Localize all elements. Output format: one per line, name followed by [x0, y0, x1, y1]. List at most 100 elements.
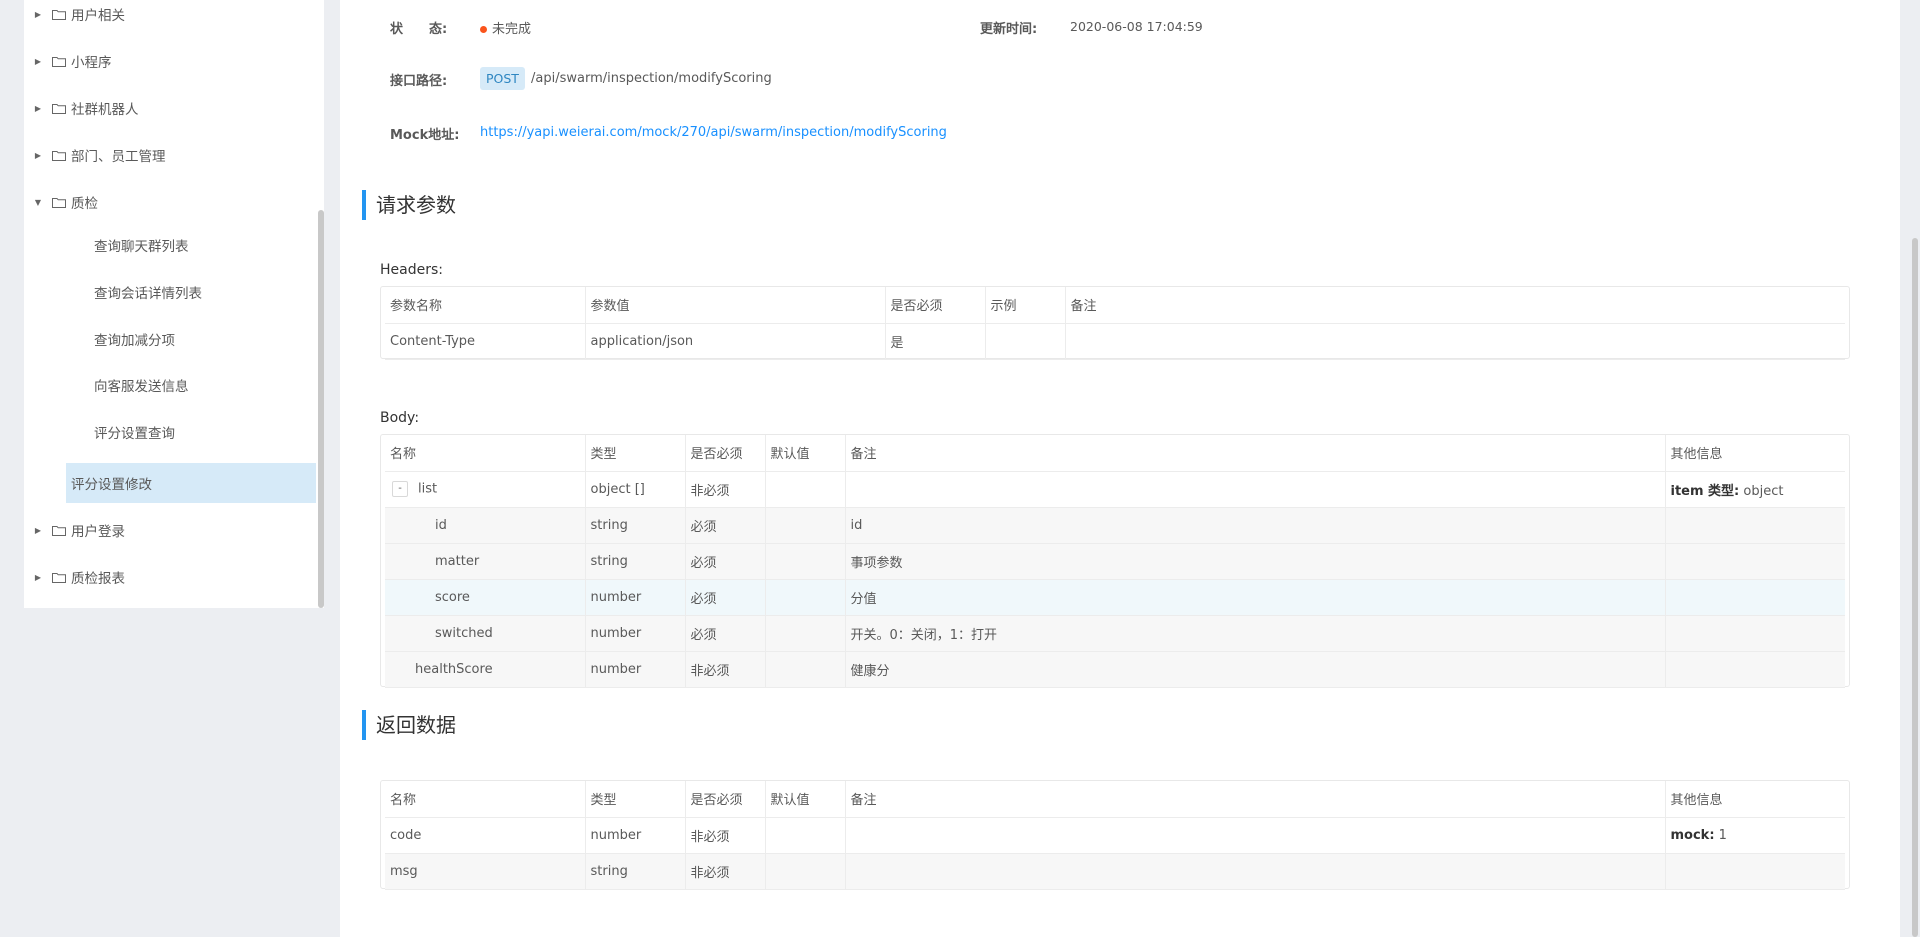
cell-name: code	[385, 817, 586, 854]
response-data-title: 返回数据	[362, 710, 456, 740]
table-row: Content-Type application/json 是	[385, 323, 1845, 360]
cell: 是	[885, 323, 986, 360]
cell-other	[1665, 579, 1845, 616]
col-header: 参数名称	[385, 287, 586, 324]
headers-title: Headers:	[380, 262, 443, 278]
col-header: 备注	[845, 781, 1666, 818]
cell: number	[585, 651, 686, 688]
caret-right-icon[interactable]: ▶	[32, 526, 44, 535]
cell: id	[845, 507, 1666, 544]
status-dot-icon	[480, 26, 487, 33]
col-header: 默认值	[765, 781, 846, 818]
cell: Content-Type	[385, 323, 586, 360]
caret-right-icon[interactable]: ▶	[32, 573, 44, 582]
table-row: switched number 必须 开关。0：关闭，1：打开	[385, 615, 1845, 652]
cell: 必须	[685, 579, 766, 616]
tree-folder-department[interactable]: ▶ 部门、员工管理	[24, 135, 324, 175]
body-title: Body:	[380, 410, 420, 426]
tree-folder-inspection[interactable]: ▼ 质检	[24, 182, 324, 222]
tree-leaf-score-items[interactable]: 查询加减分项	[66, 319, 316, 359]
cell-other	[1665, 651, 1845, 688]
folder-icon	[52, 525, 66, 536]
cell	[1065, 323, 1845, 360]
cell-other: mock: 1	[1665, 817, 1845, 854]
tree-folder-login[interactable]: ▶ 用户登录	[24, 510, 324, 550]
col-header: 备注	[1065, 287, 1845, 324]
response-table: 名称 类型 是否必须 默认值 备注 其他信息 code number 非必须 m…	[385, 781, 1845, 890]
tree-folder-report[interactable]: ▶ 质检报表	[24, 557, 324, 597]
cell: 必须	[685, 543, 766, 580]
col-header: 备注	[845, 435, 1666, 472]
other-key: item 类型:	[1670, 483, 1740, 499]
tree-leaf-session-details[interactable]: 查询会话详情列表	[66, 272, 316, 312]
cell: string	[585, 507, 686, 544]
col-header: 其他信息	[1665, 781, 1845, 818]
http-method-badge: POST	[480, 67, 525, 90]
tree-leaf-label: 评分设置查询	[94, 426, 175, 442]
col-header: 是否必须	[685, 781, 766, 818]
caret-right-icon[interactable]: ▶	[32, 10, 44, 19]
other-key: mock:	[1670, 827, 1715, 843]
cell: 必须	[685, 615, 766, 652]
tree-leaf-send-message[interactable]: 向客服发送信息	[66, 365, 316, 405]
headers-table: 参数名称 参数值 是否必须 示例 备注 Content-Type applica…	[385, 287, 1845, 360]
cell-name: matter	[385, 543, 586, 580]
tree-folder-label: 质检	[71, 196, 98, 212]
body-table-header: 名称 类型 是否必须 默认值 备注 其他信息	[385, 435, 1845, 472]
mock-url-link[interactable]: https://yapi.weierai.com/mock/270/api/sw…	[480, 125, 947, 140]
cell: 健康分	[845, 651, 1666, 688]
tree-leaf-chat-groups[interactable]: 查询聊天群列表	[66, 225, 316, 265]
caret-down-icon[interactable]: ▼	[32, 198, 44, 207]
sidebar-scrollbar[interactable]	[318, 210, 324, 608]
cell-name: score	[385, 579, 586, 616]
main-scrollbar[interactable]	[1912, 238, 1918, 937]
cell-name: id	[385, 507, 586, 544]
update-time-label: 更新时间:	[980, 22, 1038, 37]
table-row: id string 必须 id	[385, 507, 1845, 544]
table-row: - list object [] 非必须 item 类型: object	[385, 471, 1845, 508]
other-val: object	[1743, 483, 1784, 499]
update-time-value: 2020-06-08 17:04:59	[1070, 19, 1203, 34]
tree-leaf-scoring-query[interactable]: 评分设置查询	[66, 412, 316, 452]
cell-other	[1665, 853, 1845, 890]
caret-right-icon[interactable]: ▶	[32, 151, 44, 160]
col-header: 其他信息	[1665, 435, 1845, 472]
cell: application/json	[585, 323, 886, 360]
table-row: score number 必须 分值	[385, 579, 1845, 616]
cell: string	[585, 543, 686, 580]
tree-folder-label: 用户登录	[71, 524, 125, 540]
cell	[845, 853, 1666, 890]
col-header: 示例	[985, 287, 1066, 324]
table-row: matter string 必须 事项参数	[385, 543, 1845, 580]
tree-folder-label: 用户相关	[71, 8, 125, 24]
caret-right-icon[interactable]: ▶	[32, 57, 44, 66]
col-header: 类型	[585, 781, 686, 818]
cell-name: switched	[385, 615, 586, 652]
cell	[765, 471, 846, 508]
cell	[765, 651, 846, 688]
tree-folder-robot[interactable]: ▶ 社群机器人	[24, 88, 324, 128]
folder-open-icon	[52, 197, 66, 208]
tree-leaf-scoring-modify[interactable]: 评分设置修改	[66, 463, 316, 503]
cell	[985, 323, 1066, 360]
tree-folder-user[interactable]: ▶ 用户相关	[24, 0, 324, 34]
folder-icon	[52, 103, 66, 114]
api-path-value: /api/swarm/inspection/modifyScoring	[531, 71, 772, 86]
cell: 必须	[685, 507, 766, 544]
tree-folder-label: 质检报表	[71, 571, 125, 587]
caret-right-icon[interactable]: ▶	[32, 104, 44, 113]
response-table-header: 名称 类型 是否必须 默认值 备注 其他信息	[385, 781, 1845, 818]
tree-folder-label: 社群机器人	[71, 102, 139, 118]
cell-name: msg	[385, 853, 586, 890]
folder-icon	[52, 150, 66, 161]
cell	[765, 853, 846, 890]
status-value: 未完成	[480, 18, 531, 37]
cell	[765, 507, 846, 544]
cell-other	[1665, 615, 1845, 652]
cell: string	[585, 853, 686, 890]
cell: 非必须	[685, 471, 766, 508]
tree-folder-miniprogram[interactable]: ▶ 小程序	[24, 41, 324, 81]
cell	[845, 471, 1666, 508]
collapse-toggle[interactable]: -	[392, 481, 408, 497]
cell-name: - list	[385, 471, 586, 508]
